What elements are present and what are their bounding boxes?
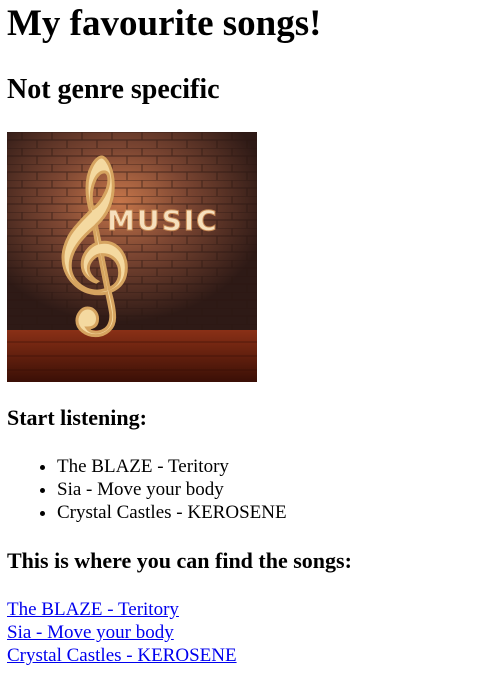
page-title: My favourite songs! — [7, 3, 322, 44]
treble-clef-icon: 𝄞 — [44, 153, 136, 338]
song-list-item: Crystal Castles - KEROSENE — [57, 501, 287, 524]
find-heading: This is where you can find the songs: — [7, 548, 352, 573]
song-list-item: The BLAZE - Teritory — [57, 455, 287, 478]
song-list-item: Sia - Move your body — [57, 478, 287, 501]
song-list: The BLAZE - Teritory Sia - Move your bod… — [7, 455, 287, 524]
listening-heading: Start listening: — [7, 405, 147, 430]
page-subtitle: Not genre specific — [7, 74, 220, 105]
svg-text:𝄞: 𝄞 — [45, 154, 134, 336]
song-link-crystal-castles[interactable]: Crystal Castles - KEROSENE — [7, 644, 237, 667]
music-image: 𝄞 MUSIC — [7, 132, 257, 382]
song-link-sia[interactable]: Sia - Move your body — [7, 621, 237, 644]
song-link-blaze[interactable]: The BLAZE - Teritory — [7, 598, 237, 621]
svg-text:MUSIC: MUSIC — [107, 204, 219, 237]
song-links: The BLAZE - Teritory Sia - Move your bod… — [7, 598, 237, 667]
